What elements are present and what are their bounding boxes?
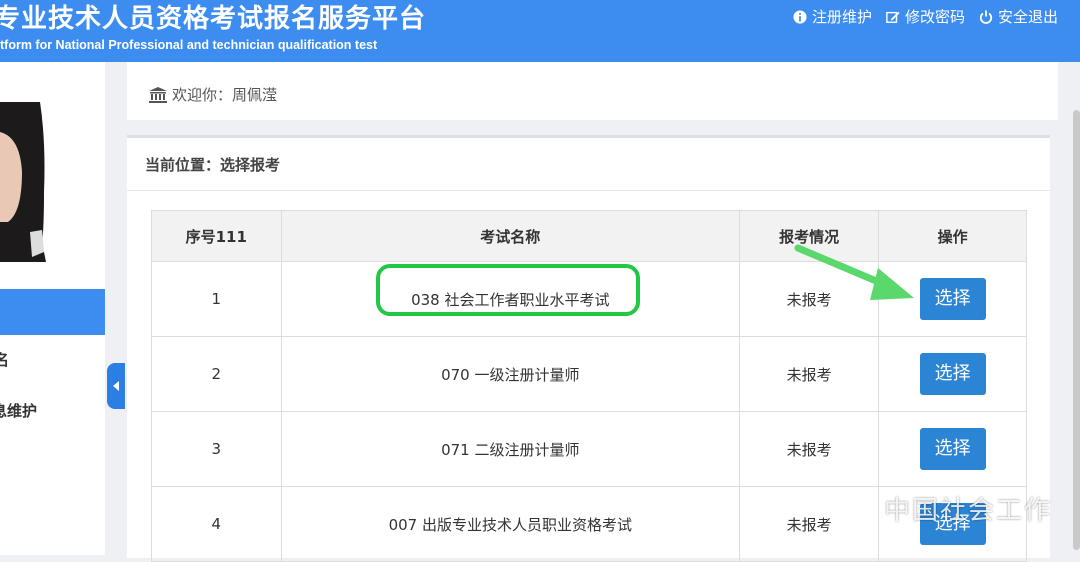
info-icon [793, 9, 807, 24]
row-status: 未报考 [739, 336, 880, 412]
row-no: 1 [151, 261, 282, 337]
row-status: 未报考 [739, 411, 880, 487]
logout-label: 安全退出 [997, 8, 1058, 26]
bank-icon [149, 86, 167, 103]
sidebar-collapse-handle[interactable] [107, 363, 125, 409]
row-exam-name: 071 二级注册计量师 [280, 411, 741, 487]
select-button[interactable]: 选择 [919, 353, 986, 395]
row-no: 2 [151, 336, 282, 412]
header-exam-name: 考试名称 [280, 210, 741, 262]
welcome-panel: 欢迎你：周佩滢 [127, 62, 1058, 120]
top-links: 注册维护 修改密码 安全退出 [793, 6, 1058, 27]
left-sidebar: 名 息维护 [0, 62, 105, 555]
table-row: 3 071 二级注册计量师 未报考 选择 [151, 411, 1027, 487]
green-arrow-icon [794, 244, 914, 300]
platform-title: 专业技术人员资格考试报名服务平台 [0, 4, 427, 34]
select-button[interactable]: 选择 [919, 278, 986, 320]
table-row: 2 070 一级注册计量师 未报考 选择 [151, 336, 1027, 412]
register-maintain-label: 注册维护 [811, 8, 872, 26]
sidebar-active-item[interactable] [0, 289, 105, 335]
panel-header: 当前位置：选择报考 [127, 138, 1050, 191]
row-exam-name: 007 出版专业技术人员职业资格考试 [280, 486, 741, 562]
wechat-icon [843, 495, 877, 521]
power-icon [979, 9, 993, 24]
header-no: 序号111 [151, 210, 282, 262]
welcome-text: 欢迎你：周佩滢 [172, 86, 278, 104]
select-button[interactable]: 选择 [919, 428, 986, 470]
welcome-line: 欢迎你：周佩滢 [149, 84, 277, 105]
row-no: 3 [151, 411, 282, 487]
page-scrollbar[interactable] [1073, 110, 1080, 550]
green-highlight-box [376, 264, 640, 316]
top-header: 专业技术人员资格考试报名服务平台 tform for National Prof… [0, 0, 1080, 62]
row-exam-name: 070 一级注册计量师 [280, 336, 741, 412]
breadcrumb: 当前位置：选择报考 [145, 156, 281, 174]
caret-left-icon [113, 381, 119, 391]
sidebar-item-info-maintain[interactable]: 息维护 [0, 400, 37, 421]
row-action-cell: 选择 [878, 336, 1027, 412]
watermark: 中国社会工作 [842, 490, 1052, 527]
row-no: 4 [151, 486, 282, 562]
logout-link[interactable]: 安全退出 [979, 6, 1058, 27]
edit-icon [886, 11, 900, 23]
platform-subtitle: tform for National Professional and tech… [0, 38, 378, 52]
watermark-text: 中国社会工作 [884, 496, 1053, 526]
sidebar-item-label[interactable]: 名 [0, 349, 9, 370]
row-action-cell: 选择 [878, 411, 1027, 487]
change-password-label: 修改密码 [904, 8, 965, 26]
change-password-link[interactable]: 修改密码 [886, 6, 965, 27]
register-maintain-link[interactable]: 注册维护 [793, 6, 872, 27]
